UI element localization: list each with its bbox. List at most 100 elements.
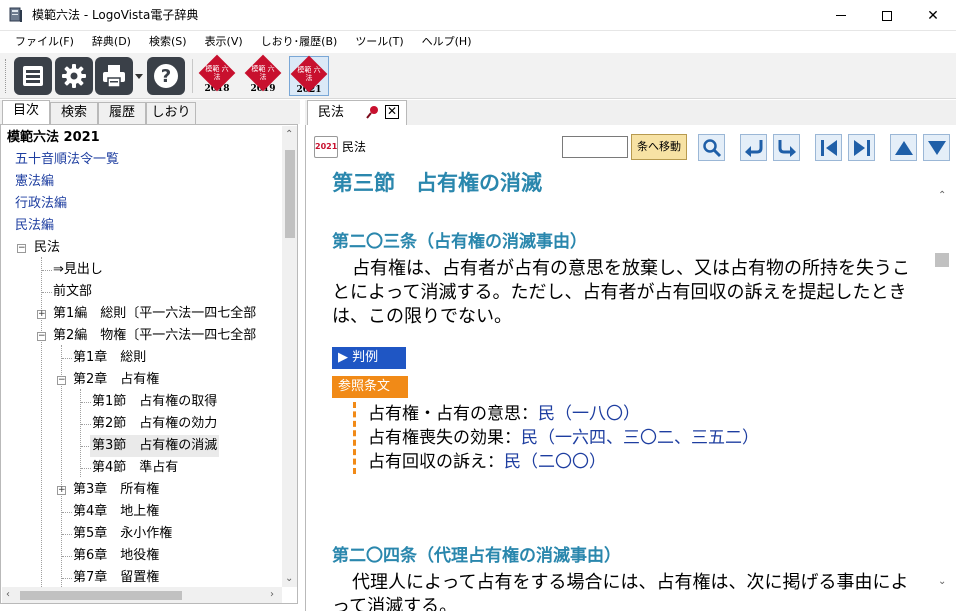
tree-item[interactable]: 第2節 占有権の効力 <box>92 413 217 435</box>
document-vertical-scrollbar[interactable]: ⌃ ⌄ <box>935 169 952 599</box>
previous-item-button[interactable] <box>815 134 842 161</box>
reference-articles-button[interactable]: 参照条文 <box>332 376 408 398</box>
tree-item[interactable]: 憲法編 <box>15 171 54 193</box>
tab-bookmarks[interactable]: しおり <box>146 102 196 124</box>
tree-item[interactable]: 第7章 留置権 <box>73 567 159 589</box>
scrollbar-thumb[interactable] <box>20 591 182 600</box>
menu-bookmarks-history[interactable]: しおり･履歴(B) <box>252 32 347 52</box>
menu-dictionary[interactable]: 辞典(D) <box>83 32 140 52</box>
search-button[interactable] <box>698 134 725 161</box>
window-title: 模範六法 - LogoVista電子辞典 <box>32 8 199 22</box>
help-button[interactable]: ? <box>147 57 185 95</box>
up-triangle-icon <box>894 140 913 155</box>
tree-item[interactable]: 第1節 占有権の取得 <box>92 391 217 413</box>
settings-button[interactable] <box>55 57 93 95</box>
scrollbar-thumb[interactable] <box>285 150 295 238</box>
reference-link[interactable]: 民（一八〇） <box>538 404 640 424</box>
reference-label: 占有回収の訴え： <box>368 452 504 472</box>
toolbar-grip[interactable] <box>5 59 8 93</box>
print-button[interactable] <box>95 57 133 95</box>
tree-item[interactable]: 行政法編 <box>15 193 67 215</box>
tree-item[interactable]: 第3章 所有権 <box>73 479 159 501</box>
tree-item-selected[interactable]: 第3節 占有権の消滅 <box>90 435 220 457</box>
tree-item[interactable]: 民法編 <box>15 215 54 237</box>
menu-file[interactable]: ファイル(F) <box>6 32 83 52</box>
next-item-button[interactable] <box>848 134 875 161</box>
edition-2021-button[interactable]: 模範 六法 2021 <box>289 55 329 96</box>
expand-toggle-icon[interactable]: + <box>37 310 46 319</box>
tree-item[interactable]: 第6章 地役権 <box>73 545 159 567</box>
document-tab[interactable]: 民法 ✕ <box>307 100 407 125</box>
reference-link[interactable]: 民（一六四、三〇二、三五二） <box>521 428 759 448</box>
maximize-icon <box>882 10 892 21</box>
tree-item[interactable]: 第5章 永小作権 <box>73 523 172 545</box>
reference-item: 占有権喪失の効果：民（一六四、三〇二、三五二） <box>368 426 759 450</box>
tree-item[interactable]: 民法 <box>34 237 60 259</box>
menu-search[interactable]: 検索(S) <box>140 32 196 52</box>
scroll-bottom-button[interactable] <box>923 134 950 161</box>
menu-view[interactable]: 表示(V) <box>196 32 252 52</box>
article-title: 第二〇三条（占有権の消滅事由） <box>332 232 587 252</box>
jump-to-article-button[interactable]: 条へ移動 <box>631 134 687 160</box>
pin-icon[interactable] <box>366 105 380 119</box>
tree-item[interactable]: 五十音順法令一覧 <box>15 149 119 171</box>
tab-history[interactable]: 履歴 <box>98 102 146 124</box>
menu-tools[interactable]: ツール(T) <box>346 32 412 52</box>
search-icon <box>702 138 721 157</box>
left-panel-tabs: 目次 検索 履歴 しおり <box>0 100 300 125</box>
close-tab-button[interactable]: ✕ <box>385 105 399 119</box>
scroll-up-icon[interactable]: ⌃ <box>285 130 293 140</box>
tree-guide <box>41 257 42 587</box>
tree-item[interactable]: 第1編 総則〔平一六法一四七全部 <box>53 303 256 325</box>
scroll-left-icon[interactable]: ‹ <box>6 590 10 600</box>
close-button[interactable]: ✕ <box>910 0 956 31</box>
scroll-top-button[interactable] <box>890 134 917 161</box>
contents-tree: 模範六法 2021 五十音順法令一覧 憲法編 行政法編 民法編 − 民法 ⇒見出… <box>0 124 298 604</box>
edition-2019-button[interactable]: 模範 六法 2019 <box>243 54 283 96</box>
expand-toggle-icon[interactable]: + <box>57 486 66 495</box>
toolbar-separator <box>192 59 193 93</box>
collapse-toggle-icon[interactable]: − <box>17 244 26 253</box>
menu-bar: ファイル(F) 辞典(D) 検索(S) 表示(V) しおり･履歴(B) ツール(… <box>0 31 956 53</box>
tree-item[interactable]: 第1章 総則 <box>73 347 146 369</box>
printer-icon <box>103 65 125 88</box>
tree-item[interactable]: 第4章 地上権 <box>73 501 159 523</box>
tree-item[interactable]: ⇒見出し <box>53 259 103 281</box>
scroll-right-icon[interactable]: › <box>270 590 274 600</box>
tree-horizontal-scrollbar[interactable]: ‹ › <box>2 587 282 603</box>
tree-item[interactable]: 第2章 占有権 <box>73 369 159 391</box>
collapse-toggle-icon[interactable]: − <box>37 332 46 341</box>
document-content: 第三節 占有権の消滅 第二〇三条（占有権の消滅事由） 占有権は、占有者が占有の意… <box>305 169 935 611</box>
list-icon <box>23 66 43 86</box>
print-options-dropdown-icon[interactable] <box>134 71 144 81</box>
tree-item[interactable]: 前文部 <box>53 281 92 303</box>
tree-item[interactable]: 第2編 物権〔平一六法一四七全部 <box>53 325 256 347</box>
down-triangle-icon <box>927 140 946 155</box>
reference-item: 占有権・占有の意思：民（一八〇） <box>368 402 759 426</box>
dictionary-list-button[interactable] <box>14 57 52 95</box>
forward-button[interactable] <box>773 134 800 161</box>
scroll-up-icon[interactable]: ⌃ <box>938 191 946 201</box>
case-law-button[interactable]: ▶ 判例 <box>332 347 406 369</box>
reference-list: 占有権・占有の意思：民（一八〇） 占有権喪失の効果：民（一六四、三〇二、三五二）… <box>353 402 759 474</box>
article-number-input[interactable] <box>562 136 628 158</box>
tab-contents[interactable]: 目次 <box>2 100 50 125</box>
collapse-toggle-icon[interactable]: − <box>57 376 66 385</box>
tree-vertical-scrollbar[interactable]: ⌃ ⌄ <box>282 126 297 587</box>
edition-2018-button[interactable]: 模範 六法 2018 <box>197 54 237 96</box>
help-icon: ? <box>154 64 178 88</box>
minimize-button[interactable] <box>818 0 864 31</box>
main-toolbar: ? 模範 六法 2018 模範 六法 2019 模範 六法 2021 <box>0 53 956 99</box>
maximize-button[interactable] <box>864 0 910 31</box>
article-text: 占有権は、占有者が占有の意思を放棄し、又は占有物の所持を失うことによって消滅する… <box>332 258 910 327</box>
scroll-down-icon[interactable]: ⌄ <box>938 577 946 587</box>
scroll-down-icon[interactable]: ⌄ <box>285 574 293 584</box>
tab-search[interactable]: 検索 <box>50 102 98 124</box>
tree-item[interactable]: 第4節 準占有 <box>92 457 178 479</box>
tree-item[interactable]: 模範六法 2021 <box>7 127 100 149</box>
reference-link[interactable]: 民（二〇〇） <box>504 452 606 472</box>
menu-help[interactable]: ヘルプ(H) <box>413 32 481 52</box>
reference-label: 占有権喪失の効果： <box>368 428 521 448</box>
back-button[interactable] <box>740 134 767 161</box>
scrollbar-thumb[interactable] <box>935 253 949 267</box>
